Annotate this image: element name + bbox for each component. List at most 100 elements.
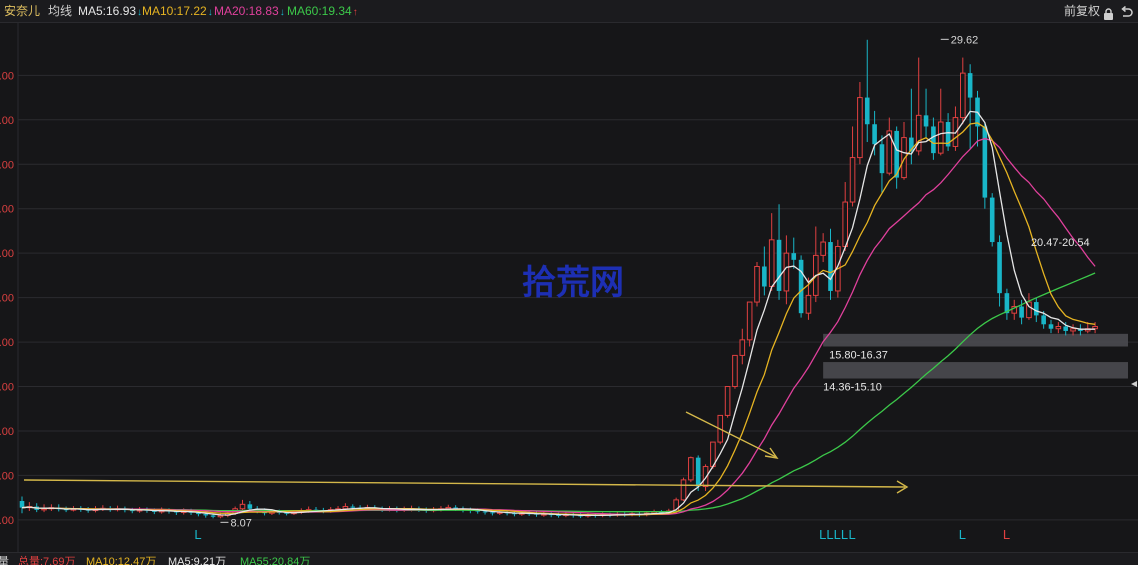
signal-markers: L LLLL L L L [194, 527, 1010, 542]
candle [680, 479, 687, 501]
volume-legend: 量 总量:7.69万 MA10:12.47万 MA5:9.21万 MA55:20… [0, 552, 1138, 565]
candle [768, 239, 775, 288]
y-tick-label: 8.00 [0, 515, 14, 527]
candle [1063, 326, 1068, 331]
candle [989, 197, 995, 243]
candle [776, 239, 782, 291]
y-tick-label: 26.00 [0, 115, 14, 127]
candle [982, 126, 988, 198]
ma5-line [21, 110, 1096, 516]
ma20-legend: MA20:18.83↓ [214, 0, 285, 24]
signal-marker: L [959, 527, 966, 542]
annotations: 29.62 8.07 20.47-20.54 15.80-16.37 14.36-15.… [220, 34, 1090, 529]
candle [872, 124, 877, 145]
y-tick-label: 10.00 [0, 470, 14, 482]
ma60-label: MA60:19.34 [287, 4, 352, 18]
candle [247, 504, 253, 509]
candle [805, 294, 812, 314]
candle [482, 511, 488, 513]
candle [746, 301, 753, 341]
candle [350, 506, 356, 508]
max-price-label: 29.62 [951, 34, 979, 46]
y-tick-label: 18.00 [0, 293, 14, 305]
gap-label: 20.47-20.54 [1031, 237, 1090, 249]
candle [960, 72, 966, 119]
candle [1070, 328, 1076, 332]
candle [997, 242, 1002, 294]
ma20-line [21, 137, 1096, 516]
gap-label: 15.80-16.37 [829, 350, 888, 362]
y-tick-label: 14.00 [0, 382, 14, 394]
candle [923, 115, 929, 127]
signal-marker: L [1003, 527, 1010, 542]
adjust-mode-button[interactable]: 前复权 [1064, 0, 1100, 22]
y-axis: 28.00 26.00 24.00 22.00 20.00 18.00 16.00 14.00… [0, 70, 14, 527]
signal-marker: L [194, 527, 201, 542]
ma10-legend: MA10:17.22↓ [142, 0, 213, 24]
y-tick-label: 20.00 [0, 248, 14, 260]
candle [762, 266, 767, 287]
signal-marker: LLLL [819, 527, 848, 542]
candle [783, 252, 790, 292]
signal-marker: L [849, 527, 856, 542]
arrow-up-icon: ↑ [352, 7, 358, 18]
candle [732, 354, 738, 388]
ma10-label: MA10:17.22 [142, 4, 207, 18]
arrow-down-icon: ↓ [207, 7, 213, 18]
watermark: 拾荒网 [522, 263, 624, 303]
chart-header: 安奈儿 均线 MA5:16.93↓ MA10:17.22↓ MA20:18.83… [0, 0, 1138, 23]
candle [849, 157, 856, 203]
y-tick-label: 28.00 [0, 70, 14, 82]
candle [217, 514, 224, 518]
candle [695, 457, 701, 487]
candle [1019, 306, 1024, 318]
candle [739, 339, 746, 356]
candle [1041, 315, 1046, 325]
candle [1048, 324, 1054, 329]
ma20-label: MA20:18.83 [214, 4, 279, 18]
candle [688, 457, 694, 481]
ma5-label: MA5:16.93 [78, 4, 137, 18]
trend-arrow-line [23, 479, 906, 488]
candle [1092, 326, 1098, 330]
candle [203, 514, 209, 516]
candle [828, 242, 833, 291]
min-price-label: 8.07 [230, 517, 251, 529]
indicator-selector[interactable]: 均线 [48, 0, 72, 22]
ma60-legend: MA60:19.34↑ [287, 0, 358, 24]
candle [937, 121, 944, 154]
y-tick-label: 12.00 [0, 426, 14, 438]
ma5-legend: MA5:16.93↓ [78, 0, 142, 24]
candle [754, 265, 760, 303]
candlestick-chart[interactable]: 28.00 26.00 24.00 22.00 20.00 18.00 16.00 14.00… [0, 22, 1138, 552]
candle [342, 506, 349, 510]
candle [967, 73, 973, 98]
y-tick-label: 22.00 [0, 204, 14, 216]
ma10-line [21, 122, 1096, 516]
candle [210, 515, 216, 517]
gap-band [823, 333, 1128, 347]
candle [1034, 302, 1039, 316]
breakout-arrow-line [685, 411, 777, 458]
gap-label: 14.36-15.10 [823, 382, 882, 394]
candle [1055, 326, 1062, 330]
candle [791, 253, 797, 260]
stock-name[interactable]: 安奈儿 [4, 0, 40, 22]
candle [857, 97, 863, 159]
candle [931, 126, 936, 154]
y-tick-label: 24.00 [0, 159, 14, 171]
candle [820, 241, 826, 256]
arrow-down-icon: ↓ [279, 7, 285, 18]
candle [490, 512, 495, 514]
candle [798, 259, 804, 314]
candle [842, 201, 849, 247]
candle [724, 386, 731, 416]
candle [239, 503, 246, 510]
candle [19, 500, 25, 508]
moving-average-lines [21, 110, 1096, 516]
gap-band [823, 362, 1128, 379]
candle [864, 97, 870, 125]
candle [879, 144, 885, 174]
y-tick-label: 16.00 [0, 337, 14, 349]
candle [41, 508, 47, 511]
